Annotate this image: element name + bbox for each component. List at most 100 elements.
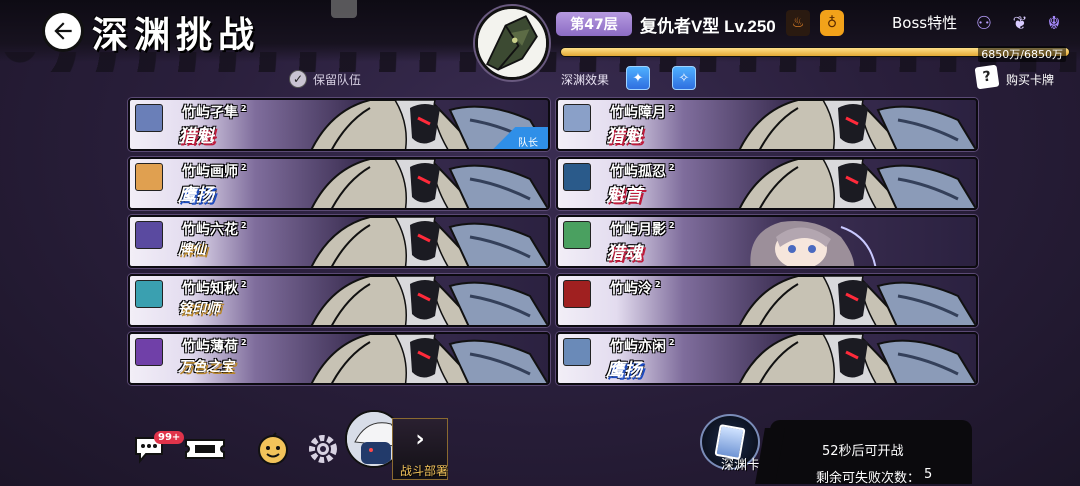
member-name: 竹屿画师 2 — [182, 161, 247, 181]
team-member-card[interactable]: 竹屿画师 2 鹰扬 — [128, 156, 550, 210]
team-member-card[interactable]: 竹屿孤忍 2 魁首 — [556, 156, 978, 210]
member-portrait — [563, 279, 591, 308]
team-member-card[interactable]: 竹屿孑隼 2 猎魁 队长 — [128, 98, 550, 151]
boss-avatar[interactable] — [475, 6, 549, 80]
member-name-text: 竹屿孑隼 — [182, 105, 238, 121]
boss-hp-text: 6850万/6850万 — [978, 46, 1066, 62]
team-member-card[interactable]: 竹屿知秋 2 铭印师 — [128, 273, 550, 327]
team-member-card[interactable]: 竹屿月影 2 猎魂 — [556, 215, 978, 268]
effect-icon[interactable]: ✦ — [626, 66, 650, 90]
member-portrait — [135, 221, 163, 249]
back-button[interactable] — [42, 10, 84, 52]
abyss-effect-label: 深渊效果 — [561, 73, 610, 87]
member-name-text: 竹屿知秋 — [182, 280, 238, 297]
character-art-icon — [750, 221, 877, 266]
boss-name: 复仇者V型 Lv.250 — [640, 12, 776, 37]
fail-count-label: 剩余可失败次数： — [816, 471, 921, 486]
floor-badge: 第47层 — [556, 12, 632, 36]
member-name: 竹屿亦闲 2 — [610, 336, 675, 356]
member-title: 猎魂 — [606, 243, 642, 264]
member-name: 竹屿知秋 2 — [182, 278, 247, 298]
member-title: 鹰扬 — [606, 360, 642, 381]
team-member-card[interactable]: 竹屿障月 2 猎魁 — [556, 98, 978, 151]
member-title: 牌仙 — [178, 242, 206, 258]
back-arrow-icon — [54, 22, 72, 40]
gear-icon[interactable] — [304, 430, 342, 468]
member-title: 猎魁 — [178, 126, 214, 147]
member-name: 竹屿孤忍 2 — [610, 161, 675, 181]
member-name: 竹屿障月 2 — [610, 102, 675, 122]
boss-name-text: 复仇者V型 — [640, 17, 720, 36]
member-name-text: 竹屿月影 — [610, 222, 666, 238]
abyss-card-label: 深渊卡 — [721, 458, 761, 473]
member-name-text: 竹屿泠 — [610, 280, 652, 297]
boss-art-icon — [738, 334, 976, 383]
member-title: 猎魁 — [606, 126, 642, 147]
member-name: 竹屿孑隼 2 — [182, 102, 247, 122]
member-name-text: 竹屿亦闲 — [610, 339, 666, 355]
keep-team-toggle[interactable]: ✓ 保留队伍 — [289, 70, 361, 88]
deploy-label: 战斗部署 — [400, 464, 449, 478]
member-level: 2 — [241, 221, 247, 231]
member-name: 竹屿六花 2 — [182, 219, 247, 239]
member-name-text: 竹屿薄荷 — [182, 339, 238, 355]
member-portrait — [563, 162, 591, 191]
member-level: 2 — [669, 221, 675, 231]
member-level: 2 — [241, 162, 247, 172]
member-name-text: 竹屿画师 — [182, 163, 238, 180]
page-title: 深渊挑战 — [92, 14, 261, 56]
team-member-card[interactable]: 竹屿六花 2 牌仙 — [128, 215, 550, 268]
flame-icon[interactable]: ♨ — [786, 10, 810, 36]
checkbox-icon[interactable]: ✓ — [289, 70, 307, 88]
ticket-icon[interactable] — [182, 430, 228, 468]
member-level: 2 — [669, 162, 675, 172]
boss-traits-label: Boss特性 — [892, 14, 958, 32]
chat-badge: 99+ — [154, 431, 185, 444]
gourd-icon[interactable]: ♁ — [820, 10, 844, 36]
member-portrait — [135, 338, 163, 366]
member-title: 魁首 — [606, 184, 642, 206]
leader-tag: 队长 — [478, 127, 548, 149]
member-title: 鹰扬 — [178, 184, 214, 206]
boss-portrait-icon — [478, 9, 546, 77]
trait-lotus-icon[interactable]: ❦ — [1006, 10, 1034, 36]
smile-face-icon[interactable] — [254, 430, 292, 468]
effect-icon[interactable]: ✧ — [672, 66, 696, 90]
boss-art-icon — [738, 275, 976, 325]
member-name: 竹屿薄荷 2 — [182, 336, 247, 356]
member-level: 2 — [241, 104, 247, 114]
member-portrait — [135, 279, 163, 308]
boss-art-icon — [738, 100, 976, 149]
top-tab-handle[interactable] — [331, 0, 357, 18]
team-member-card[interactable]: 竹屿薄荷 2 万色之宝 — [128, 332, 550, 385]
member-title: 铭印师 — [178, 300, 220, 317]
fail-count-value: 5 — [924, 467, 933, 482]
team-member-card[interactable]: 竹屿泠 2 — [556, 273, 978, 327]
boss-art-icon — [310, 217, 548, 266]
member-portrait — [563, 104, 591, 132]
battle-countdown: 52秒后可开战 — [822, 444, 904, 459]
member-name-text: 竹屿孤忍 — [610, 163, 666, 180]
member-name: 竹屿泠 2 — [610, 278, 661, 298]
member-level: 2 — [669, 338, 675, 348]
member-name-text: 竹屿障月 — [610, 105, 666, 121]
member-portrait — [563, 338, 591, 366]
member-level: 2 — [241, 279, 247, 289]
boss-level: Lv.250 — [724, 17, 776, 36]
buy-card-link[interactable]: 购买卡牌 — [1006, 71, 1054, 88]
boss-art-icon — [310, 334, 548, 383]
trait-dragon-icon[interactable]: ☬ — [1040, 10, 1068, 36]
chevron-right-icon: › — [415, 427, 425, 452]
card-icon[interactable]: ? — [974, 64, 1000, 90]
member-portrait — [135, 162, 163, 191]
boss-art-icon — [310, 158, 548, 208]
team-member-card[interactable]: 竹屿亦闲 2 鹰扬 — [556, 332, 978, 385]
member-portrait — [563, 221, 591, 249]
member-level: 2 — [655, 279, 661, 289]
member-name-text: 竹屿六花 — [182, 222, 238, 238]
member-name: 竹屿月影 2 — [610, 219, 675, 239]
keep-team-label: 保留队伍 — [313, 72, 362, 87]
boss-art-icon — [738, 158, 976, 208]
trait-bat-icon[interactable]: ⚇ — [970, 10, 998, 36]
member-portrait — [135, 104, 163, 132]
